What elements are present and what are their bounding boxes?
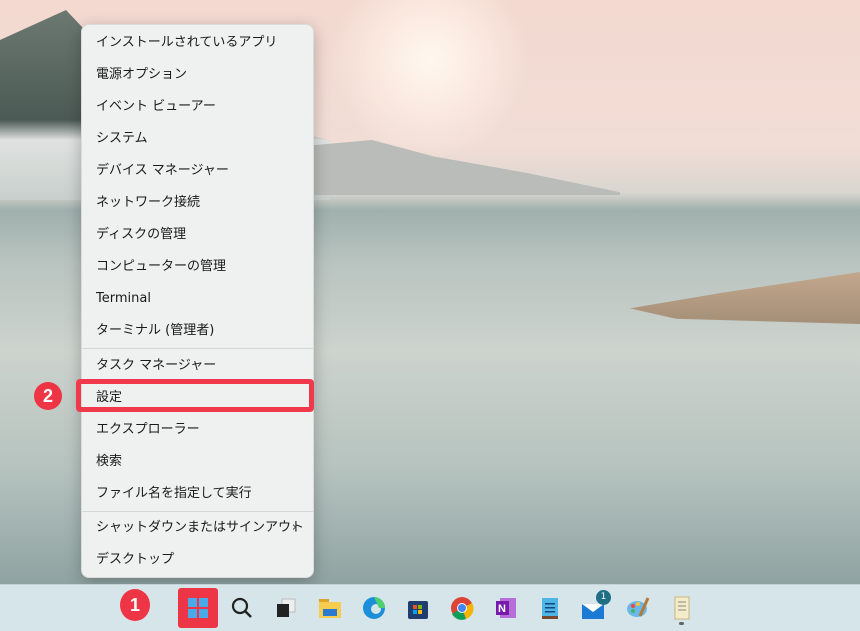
menu-item-desktop[interactable]: デスクトップ [82, 544, 313, 576]
menu-item-installed-apps[interactable]: インストールされているアプリ [82, 27, 313, 59]
settings-highlight-box [76, 379, 314, 412]
notepad-icon[interactable] [532, 590, 568, 626]
grass-island [630, 272, 860, 324]
menu-item-power-options[interactable]: 電源オプション [82, 59, 313, 91]
sun [330, 0, 530, 160]
step-2-badge: 2 [34, 382, 62, 410]
search-icon[interactable] [224, 590, 260, 626]
mail-notification-badge: 1 [596, 590, 611, 605]
menu-item-network-connections[interactable]: ネットワーク接続 [82, 187, 313, 219]
quick-link-menu: インストールされているアプリ 電源オプション イベント ビューアー システム デ… [81, 24, 314, 578]
menu-item-terminal[interactable]: Terminal [82, 283, 313, 315]
file-explorer-icon[interactable] [312, 590, 348, 626]
paint-icon[interactable] [620, 590, 656, 626]
store-icon[interactable] [400, 590, 436, 626]
menu-item-shutdown-label: シャットダウンまたはサインアウト [96, 520, 305, 535]
edge-icon[interactable] [356, 590, 392, 626]
menu-item-device-manager[interactable]: デバイス マネージャー [82, 155, 313, 187]
chevron-right-icon: › [291, 520, 297, 535]
start-button[interactable] [178, 588, 218, 628]
taskbar: 1 N 1 [0, 584, 860, 631]
chrome-icon[interactable] [444, 590, 480, 626]
menu-item-terminal-admin[interactable]: ターミナル (管理者) [82, 315, 313, 347]
menu-item-file-explorer[interactable]: エクスプローラー [82, 414, 313, 446]
svg-text:N: N [498, 603, 506, 615]
task-view-icon[interactable] [268, 590, 304, 626]
menu-item-computer-management[interactable]: コンピューターの管理 [82, 251, 313, 283]
menu-item-run[interactable]: ファイル名を指定して実行 [82, 478, 313, 510]
menu-item-disk-management[interactable]: ディスクの管理 [82, 219, 313, 251]
step-1-badge: 1 [120, 589, 150, 621]
mail-icon[interactable]: 1 [576, 590, 612, 626]
menu-item-system[interactable]: システム [82, 123, 313, 155]
menu-item-event-viewer[interactable]: イベント ビューアー [82, 91, 313, 123]
menu-separator [82, 348, 313, 349]
menu-item-task-manager[interactable]: タスク マネージャー [82, 350, 313, 382]
notes-icon[interactable] [664, 590, 700, 626]
running-indicator [679, 622, 684, 625]
onenote-icon[interactable]: N [488, 590, 524, 626]
windows-logo-icon [188, 598, 208, 618]
menu-item-shutdown[interactable]: シャットダウンまたはサインアウト › [82, 512, 313, 544]
menu-item-search[interactable]: 検索 [82, 446, 313, 478]
